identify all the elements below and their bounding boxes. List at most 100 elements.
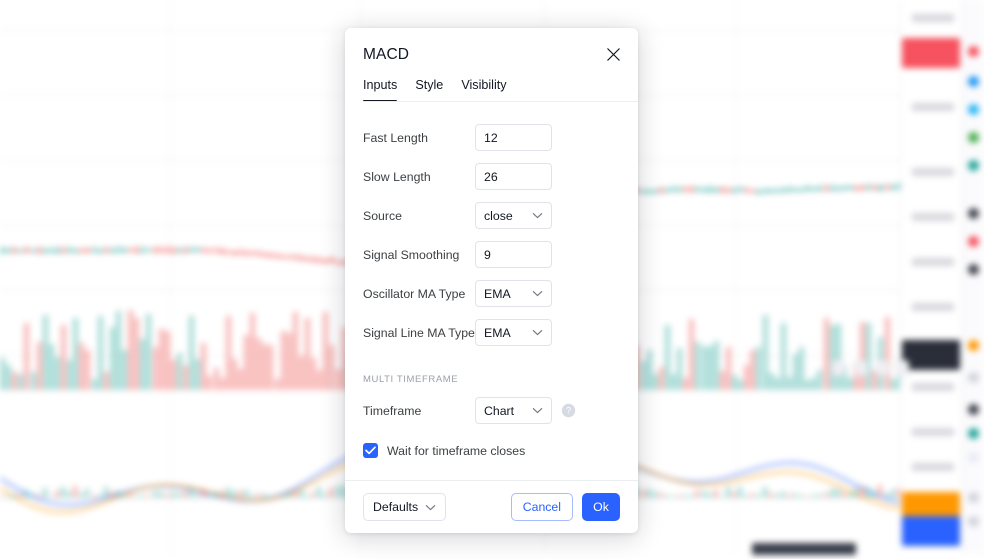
macd-histogram-bar bbox=[799, 495, 803, 498]
volume-bar bbox=[885, 317, 890, 390]
fast-length-input[interactable] bbox=[475, 124, 552, 151]
candle-body bbox=[299, 258, 304, 260]
slow-length-input[interactable] bbox=[475, 163, 552, 190]
volume-bar bbox=[787, 377, 792, 390]
volume-bar bbox=[122, 350, 127, 390]
timeframe-select-value: Chart bbox=[484, 404, 528, 418]
candle-body bbox=[866, 187, 871, 189]
signal-line-ma-type-value: EMA bbox=[484, 326, 528, 340]
candle-body bbox=[842, 187, 847, 189]
macd-histogram-bar bbox=[848, 493, 852, 498]
watchlist-dot[interactable] bbox=[968, 452, 979, 463]
pane-toolbar-chip[interactable] bbox=[832, 360, 845, 376]
candle-body bbox=[683, 189, 688, 191]
macd-histogram-bar bbox=[134, 496, 138, 498]
watchlist-dot[interactable] bbox=[968, 404, 979, 415]
volume-bar bbox=[744, 365, 749, 390]
cancel-button[interactable]: Cancel bbox=[511, 493, 573, 521]
macd-histogram-bar bbox=[763, 487, 767, 498]
macd-histogram-bar bbox=[836, 489, 840, 498]
price-tick bbox=[912, 14, 954, 22]
candle-body bbox=[860, 187, 865, 189]
oscillator-ma-type-select[interactable]: EMA bbox=[475, 280, 552, 307]
page-title: MACD bbox=[363, 46, 620, 64]
candle-body bbox=[787, 189, 792, 191]
timeframe-select[interactable]: Chart bbox=[475, 397, 552, 424]
tab-inputs[interactable]: Inputs bbox=[363, 78, 397, 102]
watchlist-dot[interactable] bbox=[968, 264, 979, 275]
watchlist-dot[interactable] bbox=[968, 46, 979, 57]
volume-bar bbox=[159, 329, 164, 390]
watchlist-dot[interactable] bbox=[968, 76, 979, 87]
signal-line-ma-type-select[interactable]: EMA bbox=[475, 319, 552, 346]
macd-histogram-bar bbox=[689, 495, 693, 498]
macd-histogram-bar bbox=[232, 491, 236, 498]
watchlist-dot[interactable] bbox=[968, 516, 979, 527]
tab-visibility[interactable]: Visibility bbox=[461, 78, 506, 102]
volume-bar bbox=[702, 346, 707, 390]
macd-histogram-bar bbox=[872, 491, 876, 498]
candle-body bbox=[220, 251, 225, 253]
macd-histogram-bar bbox=[104, 487, 108, 498]
macd-histogram-bar bbox=[159, 492, 163, 498]
signal-smoothing-input[interactable] bbox=[475, 241, 552, 268]
candle-body bbox=[329, 260, 334, 262]
volume-bar bbox=[793, 354, 798, 390]
macd-histogram-bar bbox=[128, 494, 132, 498]
candle-body bbox=[647, 191, 652, 193]
macd-histogram-bar bbox=[793, 494, 797, 498]
macd-histogram-bar bbox=[811, 495, 815, 498]
pane-toolbar-chip[interactable] bbox=[896, 360, 909, 376]
macd-histogram-bar bbox=[329, 488, 333, 498]
pane-toolbar-chip[interactable] bbox=[876, 360, 889, 376]
price-tick bbox=[912, 463, 954, 471]
watchlist-dot[interactable] bbox=[968, 208, 979, 219]
macd-histogram-bar bbox=[171, 492, 175, 498]
dialog-body: Fast Length Slow Length Source close bbox=[345, 102, 638, 480]
wait-for-timeframe-closes-checkbox[interactable] bbox=[363, 443, 378, 458]
help-circle-icon[interactable]: ? bbox=[561, 403, 576, 418]
macd-histogram-bar bbox=[24, 490, 28, 498]
price-scale[interactable] bbox=[900, 0, 962, 554]
macd-histogram-bar bbox=[317, 487, 321, 498]
watchlist-dot[interactable] bbox=[968, 104, 979, 115]
volume-bar bbox=[811, 378, 816, 390]
candle-body bbox=[891, 187, 896, 189]
watchlist-dot[interactable] bbox=[968, 340, 979, 351]
pane-toolbar-chip[interactable] bbox=[855, 360, 868, 376]
candle-body bbox=[226, 251, 231, 253]
volume-bar bbox=[201, 343, 206, 390]
candle-body bbox=[0, 250, 5, 252]
macd-histogram-bar bbox=[805, 496, 809, 498]
wait-for-timeframe-closes-label[interactable]: Wait for timeframe closes bbox=[387, 444, 525, 458]
defaults-button[interactable]: Defaults bbox=[363, 493, 446, 521]
tab-style[interactable]: Style bbox=[415, 78, 443, 102]
macd-histogram-bar bbox=[677, 495, 681, 498]
candle-body bbox=[653, 190, 658, 192]
candle-body bbox=[207, 250, 212, 252]
candle-body bbox=[854, 187, 859, 189]
candle-body bbox=[85, 250, 90, 252]
close-icon[interactable] bbox=[600, 41, 626, 67]
watchlist-dot[interactable] bbox=[968, 492, 979, 503]
watchlist-dot[interactable] bbox=[968, 236, 979, 247]
watchlist-dot[interactable] bbox=[968, 372, 979, 383]
watchlist-dot[interactable] bbox=[968, 132, 979, 143]
watchlist-dot[interactable] bbox=[968, 160, 979, 171]
candle-body bbox=[79, 250, 84, 252]
volume-bar bbox=[268, 345, 273, 390]
candle-body bbox=[305, 258, 310, 260]
price-tick bbox=[912, 258, 954, 266]
volume-bar bbox=[891, 379, 896, 390]
watchlist-rail[interactable] bbox=[962, 0, 984, 554]
volume-bar bbox=[683, 378, 688, 390]
watchlist-dot[interactable] bbox=[968, 428, 979, 439]
ok-button[interactable]: Ok bbox=[582, 493, 620, 521]
candle-body bbox=[49, 250, 54, 252]
volume-bar bbox=[665, 325, 670, 390]
candle-body bbox=[128, 249, 133, 251]
volume-bar bbox=[769, 373, 774, 390]
source-select[interactable]: close bbox=[475, 202, 552, 229]
volume-bar bbox=[37, 342, 42, 390]
candle-body bbox=[775, 190, 780, 192]
